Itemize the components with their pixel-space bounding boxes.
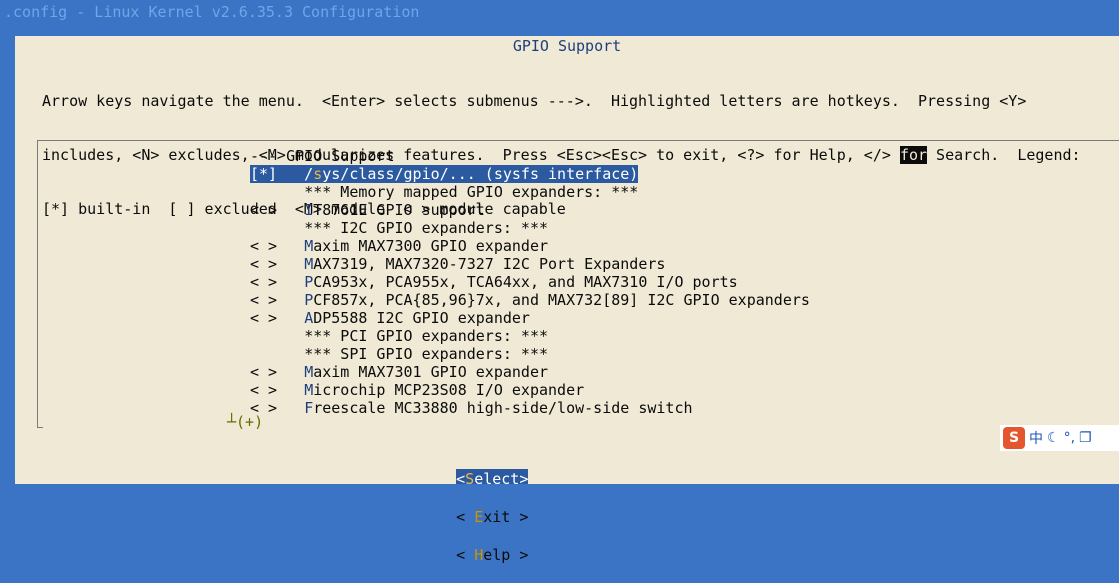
help-button[interactable]: < Help > (456, 545, 528, 565)
menu-item-adp5588[interactable]: < > ADP5588 I2C GPIO expander (250, 309, 810, 327)
bottom-bar (0, 484, 1119, 490)
menu-list: --- GPIO Support [*] /sys/class/gpio/...… (250, 147, 810, 417)
punctuation-icon[interactable]: °, (1064, 430, 1075, 446)
menu-comment-spi: *** SPI GPIO expanders: *** (304, 345, 549, 363)
exit-button[interactable]: < Exit > (456, 507, 528, 527)
ime-toolbar[interactable]: S 中 ☾ °, ❐ (1000, 425, 1119, 451)
menu-item-max7301[interactable]: < > Maxim MAX7301 GPIO expander (250, 363, 810, 381)
menu-comment-memory-mapped: *** Memory mapped GPIO expanders: *** (304, 183, 639, 201)
sogou-logo-icon[interactable]: S (1003, 427, 1025, 449)
moon-icon[interactable]: ☾ (1047, 430, 1060, 446)
menu-item-it8761e[interactable]: < > IT8761E GPIO support (250, 201, 810, 219)
help-line-1: Arrow keys navigate the menu. <Enter> se… (42, 92, 1027, 110)
menu-item-max7300[interactable]: < > Maxim MAX7300 GPIO expander (250, 237, 810, 255)
menu-comment-i2c: *** I2C GPIO expanders: *** (304, 219, 549, 237)
window-icon[interactable]: ❐ (1079, 430, 1092, 446)
language-toggle[interactable]: 中 (1029, 428, 1043, 448)
menuconfig-dialog: GPIO Support Arrow keys navigate the men… (15, 36, 1119, 564)
window-title: .config - Linux Kernel v2.6.35.3 Configu… (0, 0, 1119, 26)
button-bar: <Select> < Exit > < Help > (420, 451, 529, 564)
menu-item-mc33880[interactable]: < > Freescale MC33880 high-side/low-side… (250, 399, 810, 417)
menu-item-sysfs-interface[interactable]: [*] /sys/class/gpio/... (sysfs interface… (250, 165, 639, 183)
menu-frame: --- GPIO Support [*] /sys/class/gpio/...… (37, 140, 1119, 428)
more-items-indicator[interactable]: ┴(+) (227, 413, 263, 431)
dialog-title: GPIO Support (512, 37, 622, 55)
menu-comment-pci: *** PCI GPIO expanders: *** (304, 327, 549, 345)
menu-item-mcp23s08[interactable]: < > Microchip MCP23S08 I/O expander (250, 381, 810, 399)
menu-item-max7319[interactable]: < > MAX7319, MAX7320-7327 I2C Port Expan… (250, 255, 810, 273)
menu-item-pca953x[interactable]: < > PCA953x, PCA955x, TCA64xx, and MAX73… (250, 273, 810, 291)
menu-item-pcf857x[interactable]: < > PCF857x, PCA{85,96}7x, and MAX732[89… (250, 291, 810, 309)
menu-item-gpio-support[interactable]: --- GPIO Support (250, 147, 810, 165)
